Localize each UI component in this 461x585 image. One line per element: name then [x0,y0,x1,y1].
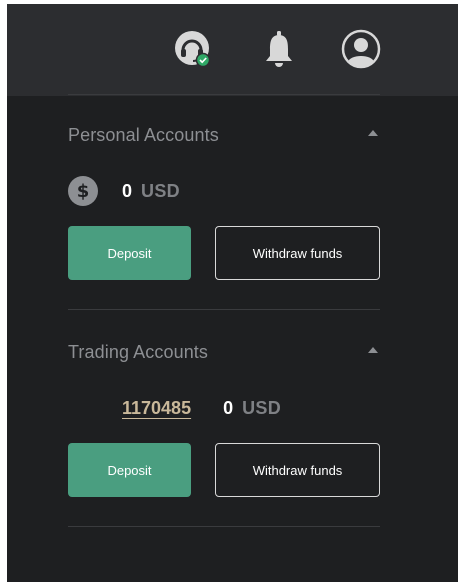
personal-balance: $ 0 USD [68,176,180,206]
trading-accounts-title: Trading Accounts [68,342,209,362]
personal-withdraw-button[interactable]: Withdraw funds [215,226,380,280]
trading-account-row: 1170485 0 USD [122,394,281,422]
divider-bottom [68,526,380,527]
personal-accounts-title: Personal Accounts [68,125,219,145]
top-bar [7,4,458,96]
dollar-coin-icon: $ [68,176,98,206]
account-panel: Personal Accounts $ 0 USD Deposit Withdr… [7,4,458,582]
divider-top [68,94,380,95]
trading-amount: 0 [223,397,234,418]
user-avatar-icon[interactable] [341,29,381,69]
personal-deposit-button[interactable]: Deposit [68,226,191,280]
trading-accounts-collapse-icon[interactable] [366,343,380,357]
trading-currency: USD [242,397,282,418]
personal-currency: USD [141,180,180,201]
support-headset-icon[interactable] [173,29,213,69]
bell-icon[interactable] [259,29,299,69]
trading-account-number-link[interactable]: 1170485 [122,398,191,419]
divider-middle [68,309,380,310]
personal-amount: 0 [122,180,133,201]
personal-accounts-collapse-icon[interactable] [366,126,380,140]
svg-text:$: $ [77,181,90,202]
trading-deposit-button[interactable]: Deposit [68,443,191,497]
trading-withdraw-button[interactable]: Withdraw funds [215,443,380,497]
